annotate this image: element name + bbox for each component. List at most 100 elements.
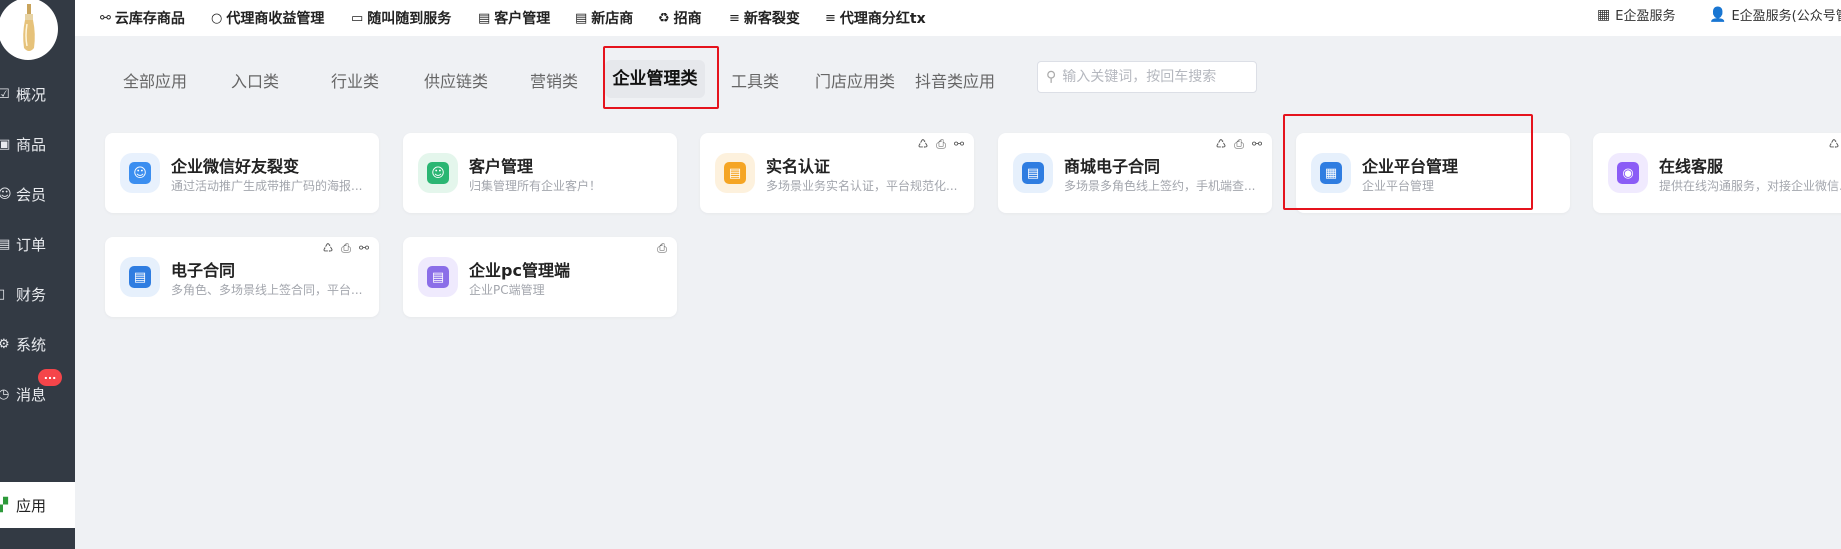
top-link-recruit[interactable]: ♻ 招商 bbox=[658, 8, 702, 28]
sidebar-item-finance[interactable]: ▯ 财务 bbox=[0, 272, 75, 316]
sidebar-item-members[interactable]: ☺ 会员 bbox=[0, 172, 75, 216]
top-link-cloud-stock[interactable]: ⚯ 云库存商品 bbox=[100, 8, 185, 28]
app-desc: 多角色、多场景线上签合同，平台... bbox=[171, 283, 363, 297]
top-link-label: 代理商收益管理 bbox=[226, 11, 325, 27]
menu-icon: ≡ bbox=[729, 10, 740, 26]
app-icon-bg: ▤ bbox=[715, 153, 755, 193]
tab-supply-chain[interactable]: 供应链类 bbox=[424, 68, 488, 92]
wallet-icon: ▯ bbox=[0, 286, 6, 302]
app-card-customer-management[interactable]: ☺ 客户管理 归集管理所有企业客户！ bbox=[403, 133, 677, 213]
id-card-icon: ▤ bbox=[724, 162, 746, 184]
circle-icon: ○ bbox=[211, 10, 223, 26]
list-icon: ▤ bbox=[0, 236, 11, 252]
app-desc: 归集管理所有企业客户！ bbox=[469, 179, 602, 193]
print-icon[interactable]: ⎙ bbox=[1232, 137, 1246, 152]
print-icon[interactable]: ⎙ bbox=[339, 241, 353, 256]
top-link-customers[interactable]: ▤ 客户管理 bbox=[478, 8, 550, 28]
card-icon: ▭ bbox=[351, 10, 364, 26]
top-link-agent-revenue[interactable]: ○ 代理商收益管理 bbox=[211, 8, 324, 28]
menu-icon: ≡ bbox=[825, 10, 836, 26]
tab-all-apps[interactable]: 全部应用 bbox=[123, 68, 187, 92]
app-title: 实名认证 bbox=[766, 157, 831, 176]
sync-icon[interactable]: ♺ bbox=[321, 241, 335, 256]
link-icon[interactable]: ⚯ bbox=[952, 137, 966, 152]
users-icon: ☺ bbox=[129, 162, 151, 184]
tab-tools[interactable]: 工具类 bbox=[731, 68, 779, 92]
tab-marketing[interactable]: 营销类 bbox=[530, 68, 578, 92]
app-title: 企业pc管理端 bbox=[469, 261, 570, 280]
app-title: 商城电子合同 bbox=[1064, 157, 1161, 176]
message-badge: ... bbox=[38, 369, 62, 386]
app-title: 企业微信好友裂变 bbox=[171, 157, 300, 176]
search-box: ⚲ bbox=[1037, 61, 1257, 93]
link-icon: ⚯ bbox=[100, 10, 111, 26]
dashboard-icon: ▦ bbox=[1320, 162, 1342, 184]
search-icon: ⚲ bbox=[1046, 69, 1057, 85]
top-service-menu[interactable]: ▦ E企盈服务 bbox=[1597, 5, 1676, 25]
app-desc: 通过活动推广生成带推广码的海报... bbox=[171, 179, 363, 193]
recycle-icon: ♻ bbox=[658, 10, 670, 26]
search-input[interactable] bbox=[1062, 69, 1243, 85]
sync-icon[interactable]: ♺ bbox=[1214, 137, 1228, 152]
link-icon[interactable]: ⚯ bbox=[357, 241, 371, 256]
avatar[interactable] bbox=[0, 0, 58, 60]
app-desc: 多场景业务实名认证，平台规范化... bbox=[766, 179, 958, 193]
check-square-icon: ☑ bbox=[0, 86, 10, 102]
tab-industry[interactable]: 行业类 bbox=[331, 68, 379, 92]
print-icon[interactable]: ⎙ bbox=[934, 137, 948, 152]
sidebar-item-orders[interactable]: ▤ 订单 bbox=[0, 222, 75, 266]
app-title: 在线客服 bbox=[1659, 157, 1724, 176]
top-link-label: 客户管理 bbox=[494, 11, 551, 27]
app-desc: 提供在线沟通服务，对接企业微信... bbox=[1659, 179, 1841, 193]
pc-doc-icon: ▤ bbox=[427, 266, 449, 288]
document-icon: ▤ bbox=[129, 266, 151, 288]
sidebar-item-goods[interactable]: ▣ 商品 bbox=[0, 122, 75, 166]
app-card-e-contract[interactable]: ▤ 电子合同 多角色、多场景线上签合同，平台... ♺ ⎙ ⚯ bbox=[105, 237, 379, 317]
app-icon-bg: ▤ bbox=[418, 257, 458, 297]
top-link-on-call[interactable]: ▭ 随叫随到服务 bbox=[351, 8, 451, 28]
app-icon-bg: ▤ bbox=[1013, 153, 1053, 193]
top-link-agent-dividend[interactable]: ≡ 代理商分红tx bbox=[825, 8, 926, 28]
gear-icon: ⚙ bbox=[0, 336, 10, 352]
app-icon-bg: ◉ bbox=[1608, 153, 1648, 193]
sidebar-item-label: 订单 bbox=[16, 235, 47, 254]
app-card-enterprise-platform[interactable]: ▦ 企业平台管理 企业平台管理 bbox=[1296, 133, 1570, 213]
user-card-icon: ☺ bbox=[427, 162, 449, 184]
app-card-online-service[interactable]: ◉ 在线客服 提供在线沟通服务，对接企业微信... ♺⎙ bbox=[1593, 133, 1841, 213]
app-desc: 企业PC端管理 bbox=[469, 283, 545, 297]
sidebar-item-overview[interactable]: ☑ 概况 bbox=[0, 72, 75, 116]
sidebar-item-label: 概况 bbox=[16, 85, 47, 104]
app-title: 客户管理 bbox=[469, 157, 534, 176]
top-account-menu[interactable]: 👤 E企盈服务(公众号管理 bbox=[1709, 5, 1841, 25]
app-card-mall-contract[interactable]: ▤ 商城电子合同 多场景多角色线上签约，手机端查... ♺ ⎙ ⚯ bbox=[998, 133, 1272, 213]
top-bar: ⚯ 云库存商品 ○ 代理商收益管理 ▭ 随叫随到服务 ▤ 客户管理 ▤ 新店商 ♻ 招商 ≡… bbox=[75, 0, 1841, 36]
sidebar-item-system[interactable]: ⚙ 系统 bbox=[0, 322, 75, 366]
tab-enterprise-management[interactable]: 企业管理类 bbox=[605, 60, 705, 98]
box-icon: ▣ bbox=[0, 136, 11, 152]
tab-store-apps[interactable]: 门店应用类 bbox=[815, 68, 895, 92]
app-icon-bg: ▦ bbox=[1311, 153, 1351, 193]
link-icon[interactable]: ⚯ bbox=[1250, 137, 1264, 152]
top-link-label: 招商 bbox=[673, 11, 702, 27]
top-link-new-customer[interactable]: ≡ 新客裂变 bbox=[729, 8, 800, 28]
sidebar-item-apps[interactable]: ▞ 应用 bbox=[0, 482, 75, 528]
top-service-label: E企盈服务 bbox=[1615, 9, 1676, 24]
sidebar-item-label: 商品 bbox=[16, 135, 47, 154]
perfume-bottle-icon bbox=[23, 4, 35, 51]
sync-icon[interactable]: ♺ bbox=[1827, 137, 1841, 152]
user-icon: ☺ bbox=[0, 186, 12, 202]
top-link-label: 云库存商品 bbox=[114, 11, 185, 27]
sync-icon[interactable]: ♺ bbox=[916, 137, 930, 152]
app-card-enterprise-pc[interactable]: ▤ 企业pc管理端 企业PC端管理 ⎙ bbox=[403, 237, 677, 317]
app-desc: 多场景多角色线上签约，手机端查... bbox=[1064, 179, 1256, 193]
sidebar-item-label: 会员 bbox=[16, 185, 47, 204]
tab-entry[interactable]: 入口类 bbox=[231, 68, 279, 92]
top-link-new-store[interactable]: ▤ 新店商 bbox=[575, 8, 633, 28]
print-icon[interactable]: ⎙ bbox=[655, 241, 669, 256]
top-account-label: E企盈服务(公众号管理 bbox=[1731, 9, 1841, 24]
sidebar-item-label: 消息 bbox=[16, 385, 47, 404]
tab-douyin-apps[interactable]: 抖音类应用 bbox=[915, 68, 995, 92]
grid-icon: ▦ bbox=[1597, 6, 1611, 23]
app-card-wechat-fission[interactable]: ☺ 企业微信好友裂变 通过活动推广生成带推广码的海报... bbox=[105, 133, 379, 213]
app-card-real-name[interactable]: ▤ 实名认证 多场景业务实名认证，平台规范化... ♺ ⎙ ⚯ bbox=[700, 133, 974, 213]
